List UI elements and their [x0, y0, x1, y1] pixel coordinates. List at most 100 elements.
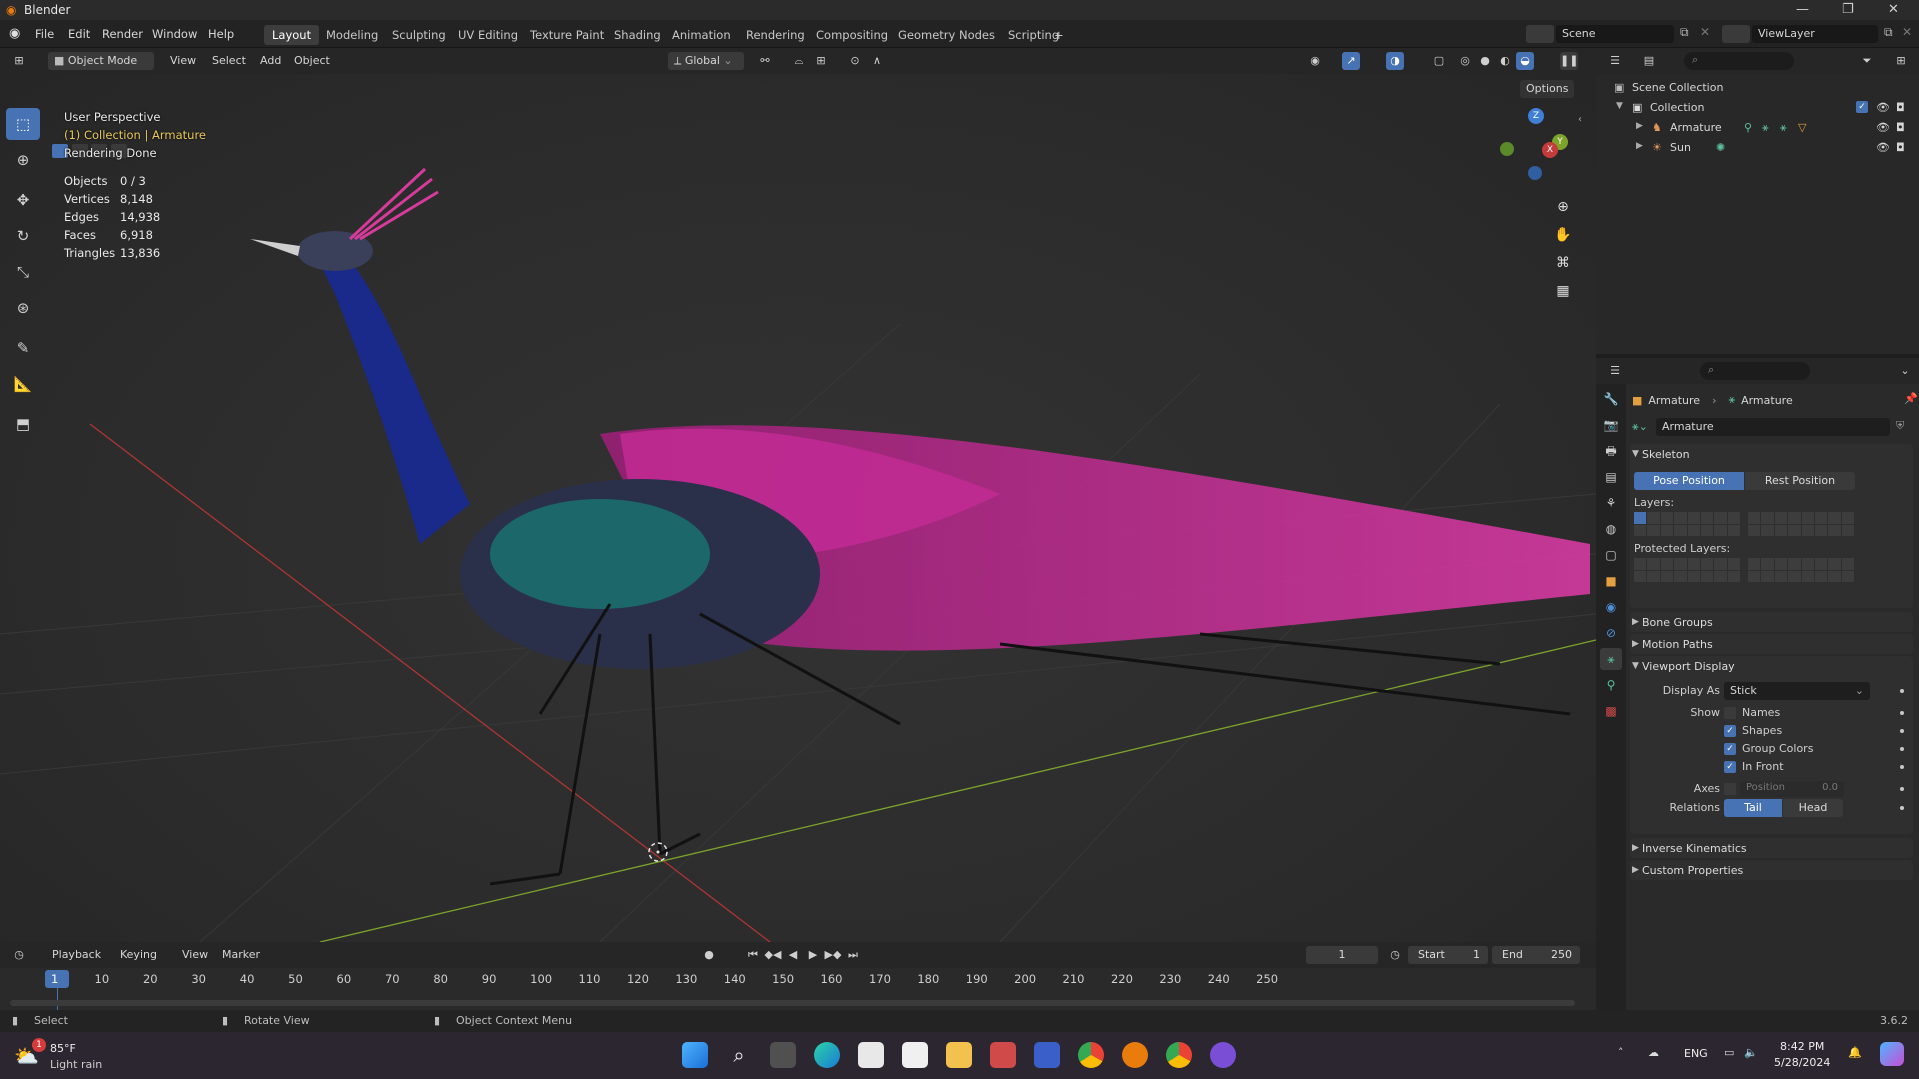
expand-arrow-icon[interactable]: ▶ — [1632, 843, 1639, 853]
annotate-tool-icon[interactable]: ✎ — [6, 332, 40, 364]
object-tab-icon[interactable]: ■ — [1600, 570, 1622, 592]
transform-orientation-dropdown[interactable]: ⟂ Global ⌄ — [668, 52, 744, 70]
weather-desc[interactable]: Light rain — [50, 1058, 102, 1071]
play-reverse-icon[interactable]: ◀ — [784, 946, 802, 964]
collapse-arrow-icon[interactable]: ▼ — [1632, 449, 1639, 459]
expand-arrow-icon[interactable]: ▶ — [1632, 639, 1639, 649]
new-scene-icon[interactable]: ⧉ — [1680, 25, 1689, 40]
fake-user-icon[interactable]: ⛨ — [1896, 419, 1904, 433]
keyframe-dot-icon[interactable] — [1900, 765, 1904, 769]
modifier-icon[interactable]: ▽ — [1798, 121, 1806, 134]
blender-menu-icon[interactable]: ◉ — [9, 26, 20, 41]
blender-taskbar-icon[interactable] — [1122, 1042, 1148, 1068]
tab-animation[interactable]: Animation — [664, 25, 739, 45]
collapse-arrow-icon[interactable]: ▼ — [1632, 661, 1639, 671]
menu-file[interactable]: File — [35, 27, 54, 41]
group-colors-checkbox[interactable]: ✓ — [1724, 743, 1736, 755]
datablock-name-field[interactable]: Armature — [1656, 418, 1890, 436]
menu-keying[interactable]: Keying — [114, 946, 163, 964]
store-icon[interactable] — [902, 1042, 928, 1068]
layers-grid-right[interactable] — [1748, 512, 1854, 536]
weather-temp[interactable]: 85°F — [50, 1042, 76, 1055]
world-tab-icon[interactable]: ◍ — [1600, 518, 1622, 540]
expand-arrow-icon[interactable]: ▶ — [1636, 141, 1643, 151]
pivot-point-icon[interactable]: ⚯ — [756, 52, 774, 70]
armature-data-tab-icon[interactable]: ⚹ — [1600, 648, 1622, 670]
volume-icon[interactable]: 🔈 — [1744, 1046, 1758, 1059]
bone-tab-icon[interactable]: ⚲ — [1600, 674, 1622, 696]
timeline-scrollbar[interactable] — [10, 1000, 1575, 1006]
filter-icon[interactable]: ⏷ — [1858, 52, 1876, 70]
sun-data-icon[interactable]: ✺ — [1716, 141, 1725, 154]
menu-add[interactable]: Add — [254, 52, 287, 70]
measure-tool-icon[interactable]: 📐 — [6, 368, 40, 400]
physics-tab-icon[interactable]: ◉ — [1600, 596, 1622, 618]
scene-name-field[interactable]: Scene — [1556, 25, 1674, 43]
properties-options-icon[interactable]: ⌄ — [1896, 362, 1914, 380]
navigation-gizmo[interactable]: Z Y X — [1494, 104, 1574, 184]
minimize-button[interactable]: — — [1796, 2, 1809, 17]
view-layer-tab-icon[interactable]: ▤ — [1600, 466, 1622, 488]
collapse-arrow-icon[interactable]: ▼ — [1616, 101, 1623, 111]
tab-layout[interactable]: Layout — [264, 25, 320, 45]
app-icon[interactable] — [990, 1042, 1016, 1068]
clock-time[interactable]: 8:42 PM — [1780, 1040, 1824, 1053]
menu-help[interactable]: Help — [208, 27, 234, 41]
tray-expand-icon[interactable]: ˄ — [1618, 1046, 1624, 1059]
view-layer-name-field[interactable]: ViewLayer — [1752, 25, 1878, 43]
bone-groups-title[interactable]: Bone Groups — [1642, 616, 1713, 629]
protected-layers-grid-right[interactable] — [1748, 558, 1854, 582]
skeleton-title[interactable]: Skeleton — [1642, 448, 1690, 461]
bone-icon[interactable]: ⚹ — [1780, 121, 1787, 135]
sidebar-toggle-icon[interactable]: ‹ — [1578, 114, 1582, 125]
falloff-icon[interactable]: ∧ — [868, 52, 886, 70]
language-indicator[interactable]: ENG — [1684, 1047, 1708, 1060]
tab-uv-editing[interactable]: UV Editing — [450, 25, 526, 45]
output-tab-icon[interactable]: 🖶 — [1600, 440, 1622, 462]
armature-data-icon[interactable]: ⚹ — [1762, 121, 1769, 135]
expand-arrow-icon[interactable]: ▶ — [1636, 121, 1643, 131]
rotate-tool-icon[interactable]: ↻ — [6, 220, 40, 252]
rendered-shading-icon[interactable]: ◒ — [1516, 52, 1534, 70]
material-shading-icon[interactable]: ◐ — [1496, 52, 1514, 70]
keyframe-dot-icon[interactable] — [1900, 787, 1904, 791]
tab-rendering[interactable]: Rendering — [738, 25, 813, 45]
render-tab-icon[interactable]: 📷 — [1600, 414, 1622, 436]
armature-datablock-icon[interactable]: ⚹⌄ — [1632, 420, 1648, 434]
custom-properties-panel[interactable]: ▶ Custom Properties — [1630, 860, 1913, 880]
menu-object[interactable]: Object — [288, 52, 336, 70]
notepad-icon[interactable] — [858, 1042, 884, 1068]
layers-grid-left[interactable] — [1634, 512, 1740, 536]
delete-scene-icon[interactable]: ✕ — [1700, 25, 1710, 39]
tool-tab-icon[interactable]: 🔧 — [1600, 388, 1622, 410]
camera-icon[interactable]: ◘ — [1896, 121, 1905, 134]
ortho-grid-icon[interactable]: ▦ — [1552, 280, 1574, 302]
task-view-icon[interactable] — [770, 1042, 796, 1068]
play-icon[interactable]: ▶ — [804, 946, 822, 964]
solid-shading-icon[interactable]: ● — [1476, 52, 1494, 70]
tab-texture-paint[interactable]: Texture Paint — [522, 25, 612, 45]
gizmo-x-axis[interactable]: X — [1542, 142, 1558, 158]
visibility-icon[interactable]: ◉ — [1306, 52, 1324, 70]
add-cube-tool-icon[interactable]: ⬒ — [6, 408, 40, 440]
camera-view-icon[interactable]: ⌘ — [1552, 252, 1574, 274]
menu-select[interactable]: Select — [206, 52, 252, 70]
motion-paths-title[interactable]: Motion Paths — [1642, 638, 1713, 651]
proportional-edit-icon[interactable]: ⊙ — [846, 52, 864, 70]
tab-modeling[interactable]: Modeling — [318, 25, 386, 45]
pause-render-icon[interactable]: ❚❚ — [1560, 52, 1578, 70]
notification-icon[interactable]: 🔔 — [1848, 1046, 1862, 1059]
relations-head-button[interactable]: Head — [1783, 799, 1843, 817]
keyframe-dot-icon[interactable] — [1900, 711, 1904, 715]
relations-tail-button[interactable]: Tail — [1724, 799, 1782, 817]
snap-icon[interactable]: ⌓ — [790, 52, 808, 70]
maximize-button[interactable]: ❐ — [1842, 2, 1854, 17]
protected-layers-grid-left[interactable] — [1634, 558, 1740, 582]
axes-position-field[interactable]: Position 0.0 — [1740, 781, 1844, 797]
tab-compositing[interactable]: Compositing — [808, 25, 896, 45]
outliner-editor-type-icon[interactable]: ☰ — [1606, 52, 1624, 70]
close-button[interactable]: ✕ — [1888, 2, 1899, 17]
axes-checkbox[interactable] — [1724, 783, 1736, 795]
datablock-selector[interactable]: ⚹⌄ Armature ⛨ — [1632, 418, 1912, 438]
scene-selector-icon[interactable] — [1526, 25, 1554, 43]
